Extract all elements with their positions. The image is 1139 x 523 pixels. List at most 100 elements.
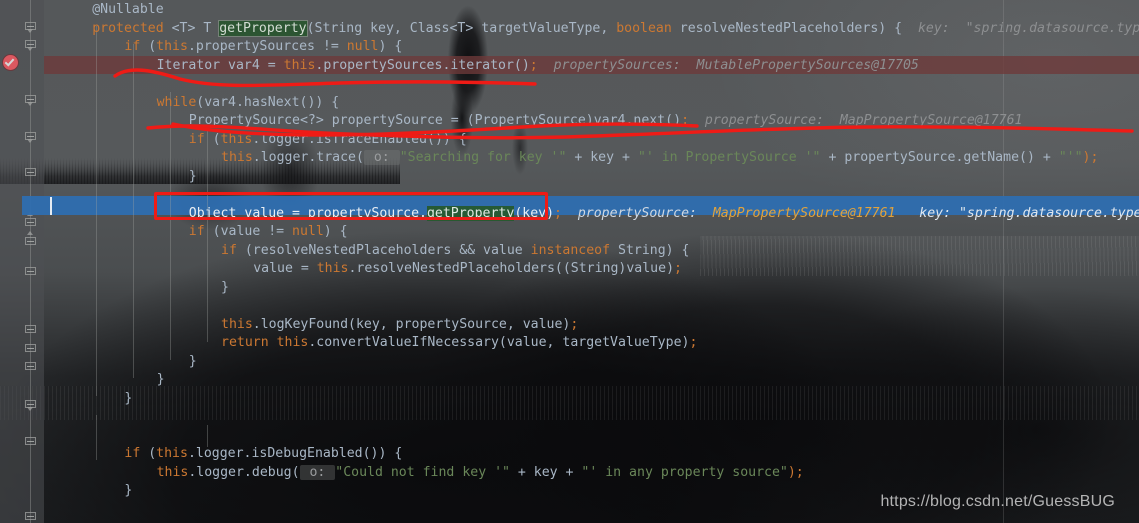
code-token: .resolveNestedPlaceholders((String)value… [348, 261, 675, 276]
code-token: o: [299, 464, 336, 480]
code-line[interactable]: return this.convertValueIfNecessary(valu… [0, 334, 1139, 353]
text-caret [50, 197, 52, 215]
code-line[interactable]: if (this.logger.isDebugEnabled()) { [0, 445, 1139, 464]
code-token: "Could not find key '" [335, 464, 510, 480]
code-token: this [276, 335, 309, 350]
code-token: PropertySource<?> propertySource = (Prop… [188, 113, 682, 128]
code-token: if [124, 39, 149, 54]
code-token: } [188, 168, 197, 184]
code-line[interactable]: protected <T> T getProperty(String key, … [0, 19, 1139, 39]
code-token: ( [212, 131, 221, 147]
code-token: .logger.debug( [188, 464, 300, 480]
code-token: (value != [212, 224, 293, 239]
code-token: this [156, 446, 188, 461]
code-token: o: [363, 150, 400, 165]
code-token: .convertValueIfNecessary(value, targetVa… [308, 335, 690, 350]
code-token: ) { [378, 39, 403, 54]
code-line[interactable]: @Nullable [0, 1, 1139, 20]
code-token: null [346, 39, 379, 54]
code-token: .logger.isDebugEnabled()) { [187, 446, 403, 461]
code-token: + key + [509, 464, 582, 480]
inline-debug-hint: propertySource: MapPropertySource@17761 … [561, 205, 1139, 221]
code-token: if [124, 446, 149, 461]
code-line[interactable]: if (this.propertySources != null) { [0, 38, 1139, 57]
code-token: Iterator var4 = [156, 57, 284, 73]
code-token: .logger.isTraceEnabled()) { [252, 131, 467, 147]
annotation-box-getproperty [154, 192, 548, 220]
code-token: } [156, 372, 165, 387]
code-line[interactable]: PropertySource<?> propertySource = (Prop… [0, 112, 1139, 131]
code-token: this [221, 150, 253, 165]
code-token: "' in PropertySource '" [637, 150, 821, 165]
code-line[interactable] [0, 408, 1139, 427]
code-line[interactable]: value = this.resolveNestedPlaceholders((… [0, 260, 1139, 279]
code-line[interactable] [0, 75, 1139, 94]
code-token: .logKeyFound(key, propertySource, value) [252, 316, 571, 332]
code-line[interactable]: } [0, 371, 1139, 390]
code-token: if [221, 242, 245, 258]
code-token: .propertySources != [187, 39, 347, 54]
code-token: this [220, 131, 253, 147]
code-token: ; [674, 261, 682, 276]
code-token: (var4.hasNext()) { [196, 94, 340, 110]
code-editor[interactable]: @Nullable protected <T> T getProperty(Str… [0, 0, 1139, 523]
watermark-url: https://blog.csdn.net/GuessBUG [880, 493, 1115, 510]
code-token: ); [1082, 150, 1099, 165]
code-token: ; [529, 57, 538, 73]
code-token: } [188, 353, 197, 369]
code-token: this [221, 316, 253, 332]
code-token: return [221, 335, 277, 350]
code-line[interactable]: if (resolveNestedPlaceholders && value i… [0, 242, 1139, 261]
code-token: .propertySources.iterator() [315, 57, 530, 73]
code-token: this [156, 464, 189, 480]
code-token: getProperty [218, 19, 308, 37]
code-token: "'" [1058, 150, 1083, 165]
code-line[interactable]: if (value != null) { [0, 223, 1139, 242]
code-token: while [156, 94, 197, 110]
code-token: } [124, 483, 133, 498]
code-token: (String key, Class<T> targetValueType, [306, 20, 617, 36]
code-token: ) { [323, 224, 348, 239]
code-token: "Searching for key '" [399, 150, 567, 165]
code-token: if [188, 224, 213, 239]
code-token: this [156, 39, 188, 54]
code-line[interactable]: } [0, 279, 1139, 298]
code-token: instanceof [530, 242, 618, 258]
code-line[interactable]: Iterator var4 = this.propertySources.ite… [0, 57, 1139, 76]
code-line[interactable] [0, 297, 1139, 316]
code-line[interactable]: this.logKeyFound(key, propertySource, va… [0, 316, 1139, 335]
code-line[interactable]: while(var4.hasNext()) { [0, 94, 1139, 113]
code-token: @Nullable [92, 2, 164, 17]
code-token: ; [689, 335, 698, 350]
inline-debug-hint: key: "spring.datasource.type" [902, 20, 1139, 36]
code-content[interactable]: @Nullable protected <T> T getProperty(Str… [0, 0, 1139, 523]
code-token: .logger.trace( [252, 150, 364, 165]
code-token: + propertySource.getName() + [820, 150, 1059, 165]
code-line[interactable] [0, 427, 1139, 446]
code-token: ); [787, 464, 804, 480]
code-line[interactable]: } [0, 353, 1139, 372]
code-token: <T> T [171, 20, 220, 36]
code-token: this [316, 261, 349, 276]
code-token: } [221, 279, 229, 295]
code-token: if [188, 131, 213, 147]
code-line[interactable]: } [0, 390, 1139, 409]
code-token: } [124, 390, 133, 406]
code-token: resolveNestedPlaceholders) { [679, 20, 903, 36]
code-line[interactable]: } [0, 168, 1139, 187]
code-token: ( [148, 446, 157, 461]
code-token: null [292, 224, 324, 239]
code-token: ( [148, 39, 157, 54]
code-token: boolean [616, 20, 680, 36]
code-line[interactable]: this.logger.trace( o: "Searching for key… [0, 149, 1139, 168]
inline-debug-hint: propertySource: MapPropertySource@17761 [689, 113, 1023, 128]
code-line[interactable]: this.logger.debug( o: "Could not find ke… [0, 464, 1139, 483]
code-token: ; [681, 113, 690, 128]
code-token: ; [570, 316, 579, 332]
code-line[interactable]: if (this.logger.isTraceEnabled()) { [0, 131, 1139, 150]
code-token: (resolveNestedPlaceholders && value [244, 242, 531, 258]
code-token: + key + [566, 150, 638, 165]
code-line[interactable] [0, 519, 1139, 523]
code-token: this [283, 57, 316, 73]
code-token: ; [554, 205, 562, 221]
